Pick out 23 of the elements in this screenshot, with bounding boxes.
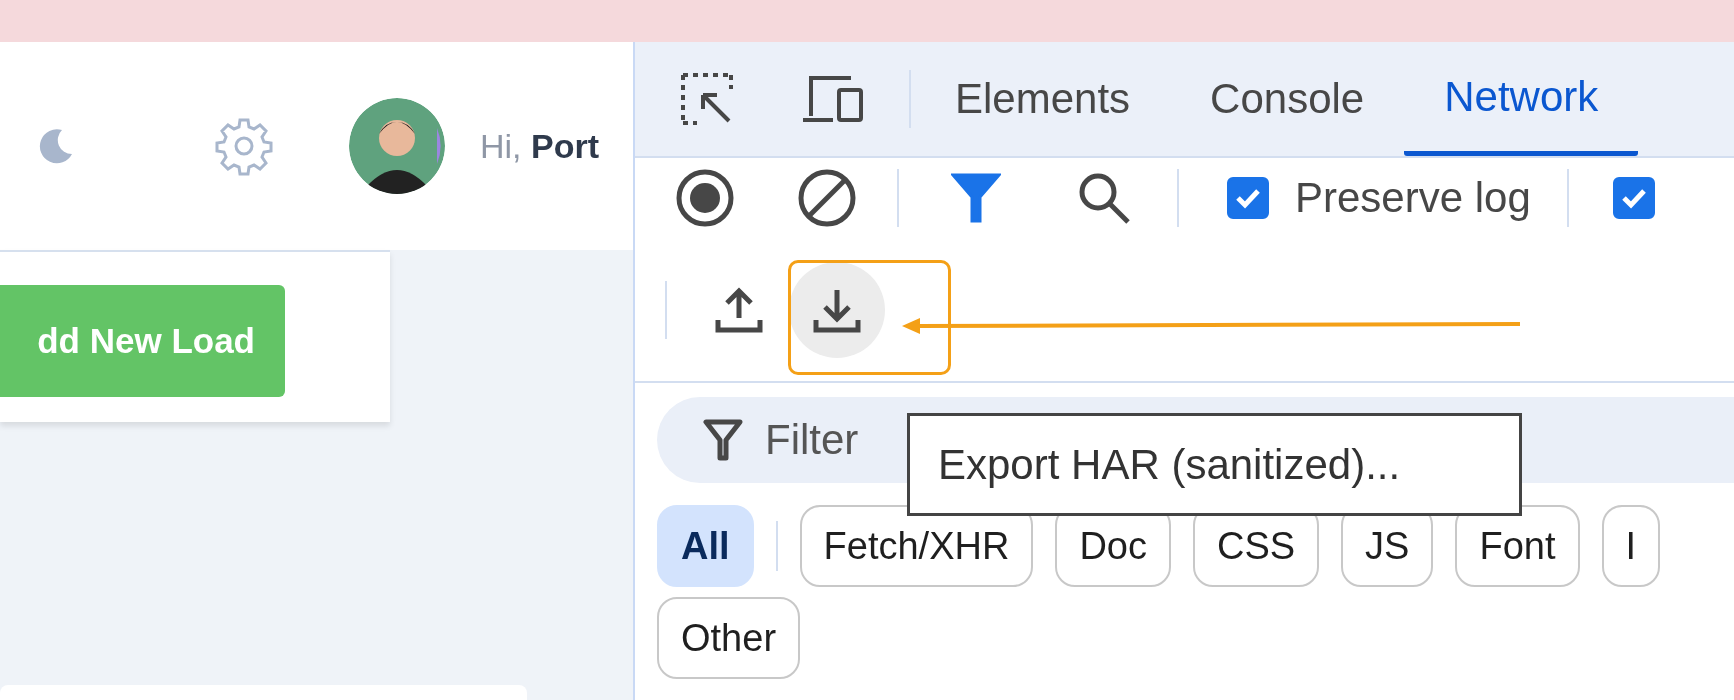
checkbox-label: Preserve log — [1295, 174, 1531, 222]
filter-icon[interactable] — [951, 171, 1001, 225]
checkbox[interactable] — [1612, 177, 1655, 219]
devtools-tab[interactable]: Network — [1404, 42, 1639, 156]
filter-placeholder: Filter — [765, 416, 859, 464]
filter-icon — [703, 418, 743, 462]
user-greeting: Hi, Port — [480, 126, 599, 166]
tooltip: Export HAR (sanitized)... — [907, 413, 1522, 516]
device-toolbar-icon[interactable] — [801, 74, 865, 124]
devtools-tab[interactable]: Console — [1170, 42, 1405, 156]
type-filter-chip[interactable]: Fetch/XHR — [799, 505, 1034, 587]
record-icon[interactable] — [675, 168, 735, 228]
type-filter-chip[interactable]: Font — [1455, 505, 1580, 587]
checkbox[interactable] — [1227, 177, 1269, 219]
search-icon[interactable] — [1077, 171, 1131, 225]
type-filter-chip[interactable]: I — [1601, 505, 1661, 587]
devtools-tab[interactable]: Elements — [915, 42, 1171, 156]
avatar[interactable] — [349, 98, 445, 194]
type-filter-chip[interactable]: All — [657, 505, 754, 587]
inspect-element-icon[interactable] — [679, 71, 735, 127]
type-filter-chip[interactable]: Other — [657, 597, 801, 679]
clear-icon[interactable] — [797, 168, 857, 228]
upload-icon[interactable] — [715, 285, 763, 334]
